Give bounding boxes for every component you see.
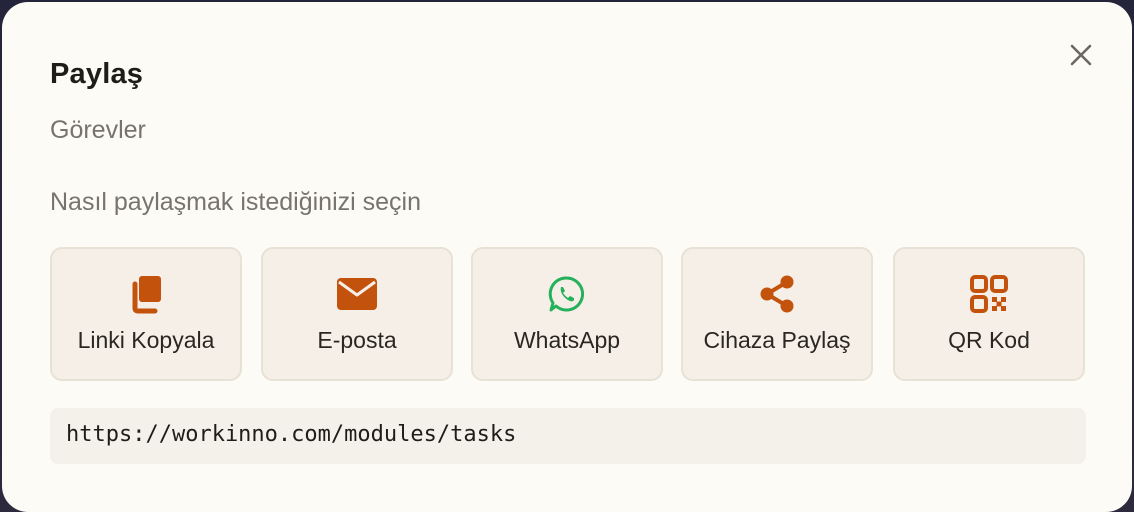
whatsapp-icon [473,273,661,315]
dialog-title: Paylaş [50,58,144,90]
option-label: Cihaza Paylaş [703,327,851,353]
share-url-text[interactable]: https://workinno.com/modules/tasks [66,422,516,447]
qr-code-icon [895,273,1083,315]
envelope-icon [263,273,451,315]
qr-code-button[interactable]: QR Kod [893,247,1085,381]
option-label: WhatsApp [513,327,621,353]
copy-link-button[interactable]: Linki Kopyala [50,247,242,381]
close-button[interactable] [1064,38,1098,72]
device-share-button[interactable]: Cihaza Paylaş [681,247,873,381]
dialog-subtitle: Görevler [50,116,146,144]
whatsapp-button[interactable]: WhatsApp [471,247,663,381]
copy-icon [52,273,240,315]
option-label: Linki Kopyala [77,327,215,353]
close-icon [1070,44,1092,66]
share-prompt: Nasıl paylaşmak istediğinizi seçin [50,188,421,216]
email-button[interactable]: E-posta [261,247,453,381]
option-label: E-posta [317,327,397,353]
share-icon [683,273,871,315]
share-url-box[interactable]: https://workinno.com/modules/tasks [50,408,1086,464]
option-label: QR Kod [948,327,1030,353]
share-dialog: Paylaş Görevler Nasıl paylaşmak istediği… [2,2,1132,512]
share-options: Linki Kopyala E-posta WhatsApp Cihaza Pa… [50,247,1086,383]
